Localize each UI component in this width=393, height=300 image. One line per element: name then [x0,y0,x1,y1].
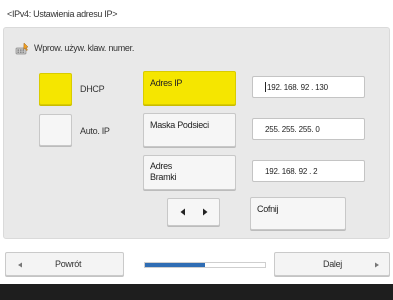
back-arrow-icon [18,262,22,268]
arrow-left-icon [180,208,185,216]
keyboard-icon [15,41,31,55]
back-button[interactable]: Powrót [5,252,124,276]
gateway-label-line1: Adres [150,161,173,171]
status-bar [0,284,393,300]
cursor-left-button[interactable] [172,201,193,223]
ip-address-label: Adres IP [150,78,183,88]
gateway-input[interactable]: 192. 168. 92 . 2 [252,160,365,182]
gateway-field-button[interactable]: Adres Bramki [143,155,236,190]
text-caret [265,82,266,92]
subnet-mask-value: 255. 255. 255. 0 [265,124,320,134]
back-button-label: Powrót [55,259,82,269]
auto-ip-toggle-button[interactable] [39,114,72,146]
subnet-mask-input[interactable]: 255. 255. 255. 0 [252,118,365,140]
subnet-mask-label: Maska Podsieci [150,120,209,130]
step-progress-fill [145,263,205,267]
dhcp-toggle-button[interactable] [39,73,72,105]
page-title: <IPv4: Ustawienia adresu IP> [7,9,118,19]
next-arrow-icon [375,262,379,268]
numeric-keys-hint: Wprow. używ. klaw. numer. [15,41,134,55]
ip-address-input[interactable]: 192. 168. 92 . 130 [252,76,365,98]
hint-text: Wprow. używ. klaw. numer. [34,43,135,53]
gateway-value: 192. 168. 92 . 2 [265,166,318,176]
arrow-right-icon [202,208,207,216]
backspace-button[interactable]: Cofnij [250,197,346,230]
next-button-label: Dalej [323,259,343,269]
subnet-mask-field-button[interactable]: Maska Podsieci [143,113,236,147]
ip-address-value: 192. 168. 92 . 130 [267,82,328,92]
dhcp-label: DHCP [80,84,105,94]
gateway-label: Adres Bramki [150,161,177,183]
gateway-label-line2: Bramki [150,172,177,182]
backspace-label: Cofnij [257,204,279,214]
step-progress-bar [144,262,266,268]
ip-address-field-button[interactable]: Adres IP [143,71,236,105]
cursor-right-button[interactable] [194,201,215,223]
next-button[interactable]: Dalej [274,252,390,276]
auto-ip-label: Auto. IP [80,126,110,136]
